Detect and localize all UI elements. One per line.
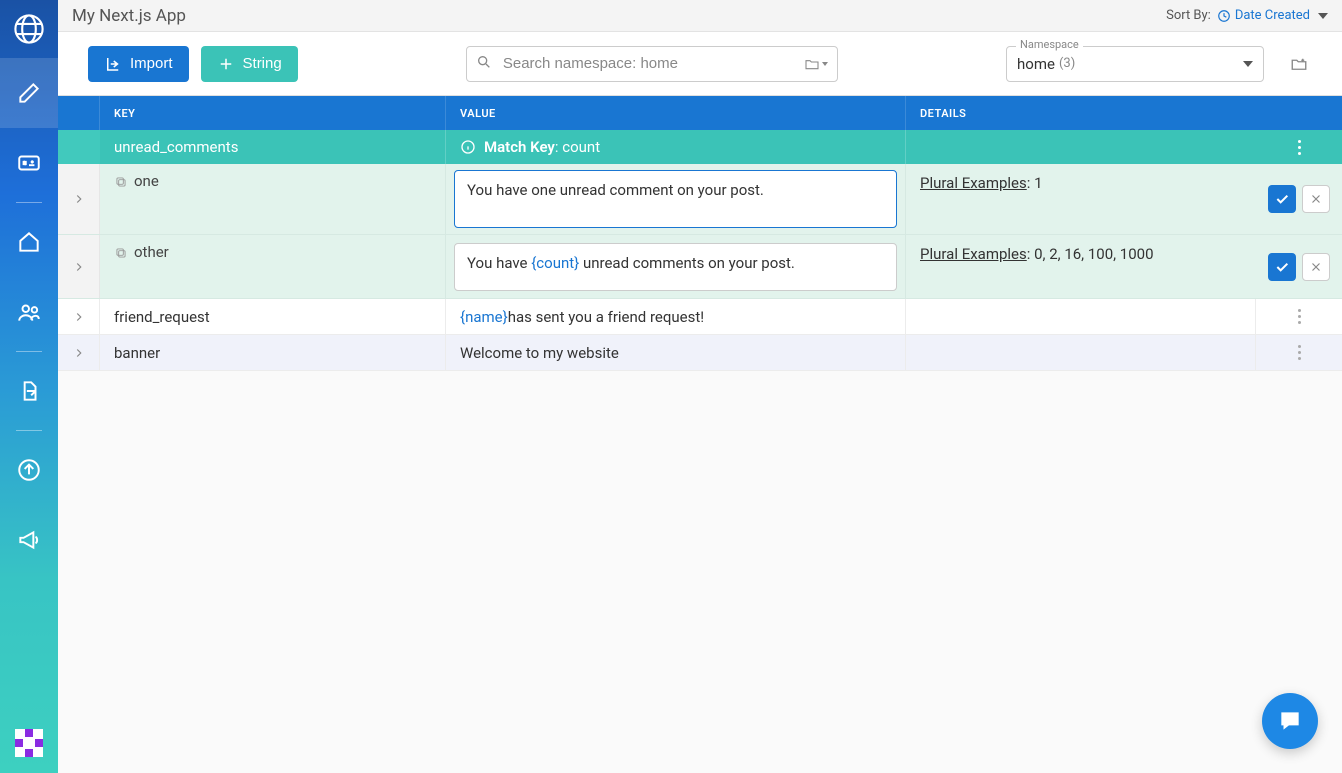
row-menu-button[interactable] [1298, 140, 1301, 155]
chat-icon [1277, 708, 1303, 734]
expand-button[interactable] [58, 335, 100, 370]
expand-button[interactable] [58, 235, 100, 298]
nav-translate[interactable] [0, 128, 58, 198]
clock-icon [1217, 9, 1231, 23]
folder-plus-icon [1290, 55, 1308, 73]
nav-export[interactable] [0, 356, 58, 426]
col-key: KEY [100, 96, 446, 130]
copy-icon[interactable] [114, 246, 128, 260]
plural-subrow: other You have {count} unread comments o… [58, 235, 1342, 299]
info-icon [460, 139, 476, 155]
strings-table: KEY VALUE DETAILS unread_comments Match … [58, 96, 1342, 371]
value-cell[interactable]: {name} has sent you a friend request! [446, 299, 906, 334]
value-editor[interactable] [454, 170, 897, 228]
col-value: VALUE [446, 96, 906, 130]
value-cell[interactable]: Welcome to my website [446, 335, 906, 370]
sort-dropdown[interactable]: Date Created [1217, 8, 1328, 23]
plural-subrow: one Plural Examples: 1 [58, 164, 1342, 235]
confirm-button[interactable] [1268, 253, 1296, 281]
import-button[interactable]: Import [88, 46, 189, 82]
search-icon [476, 54, 492, 74]
add-string-button[interactable]: String [201, 46, 298, 82]
plural-key-row: unread_comments Match Key: count [58, 130, 1342, 164]
namespace-picker-icon[interactable] [804, 56, 828, 72]
folder-icon [804, 56, 820, 72]
table-header: KEY VALUE DETAILS [58, 96, 1342, 130]
namespace-select[interactable]: Namespace home (3) [1006, 46, 1264, 82]
caret-down-icon [822, 62, 828, 66]
nav-app-icon[interactable] [15, 729, 43, 757]
app-logo [0, 0, 58, 58]
col-details: DETAILS [906, 96, 1256, 130]
nav-home[interactable] [0, 207, 58, 277]
chat-button[interactable] [1262, 693, 1318, 749]
caret-down-icon [1243, 61, 1253, 67]
table-row: friend_request {name} has sent you a fri… [58, 299, 1342, 335]
table-row: banner Welcome to my website [58, 335, 1342, 371]
search-input[interactable] [466, 46, 838, 82]
sort-label: Sort By: [1166, 8, 1211, 23]
copy-icon[interactable] [114, 175, 128, 189]
cancel-button[interactable] [1302, 253, 1330, 281]
add-namespace-button[interactable] [1284, 49, 1314, 79]
nav-upload[interactable] [0, 435, 58, 505]
nav-team[interactable] [0, 277, 58, 347]
import-icon [104, 55, 122, 73]
topbar: My Next.js App Sort By: Date Created [58, 0, 1342, 32]
sidebar [0, 0, 58, 773]
expand-button[interactable] [58, 164, 100, 234]
nav-announce[interactable] [0, 505, 58, 575]
caret-down-icon [1318, 13, 1328, 19]
expand-button[interactable] [58, 299, 100, 334]
plus-icon [217, 55, 235, 73]
nav-edit[interactable] [0, 58, 58, 128]
value-display[interactable]: You have {count} unread comments on your… [454, 243, 897, 291]
plural-key-name: unread_comments [100, 130, 446, 164]
row-menu-button[interactable] [1298, 309, 1301, 324]
toolbar: Import String Namespace home (3) [58, 32, 1342, 96]
row-menu-button[interactable] [1298, 345, 1301, 360]
app-title: My Next.js App [72, 6, 186, 26]
confirm-button[interactable] [1268, 185, 1296, 213]
cancel-button[interactable] [1302, 185, 1330, 213]
